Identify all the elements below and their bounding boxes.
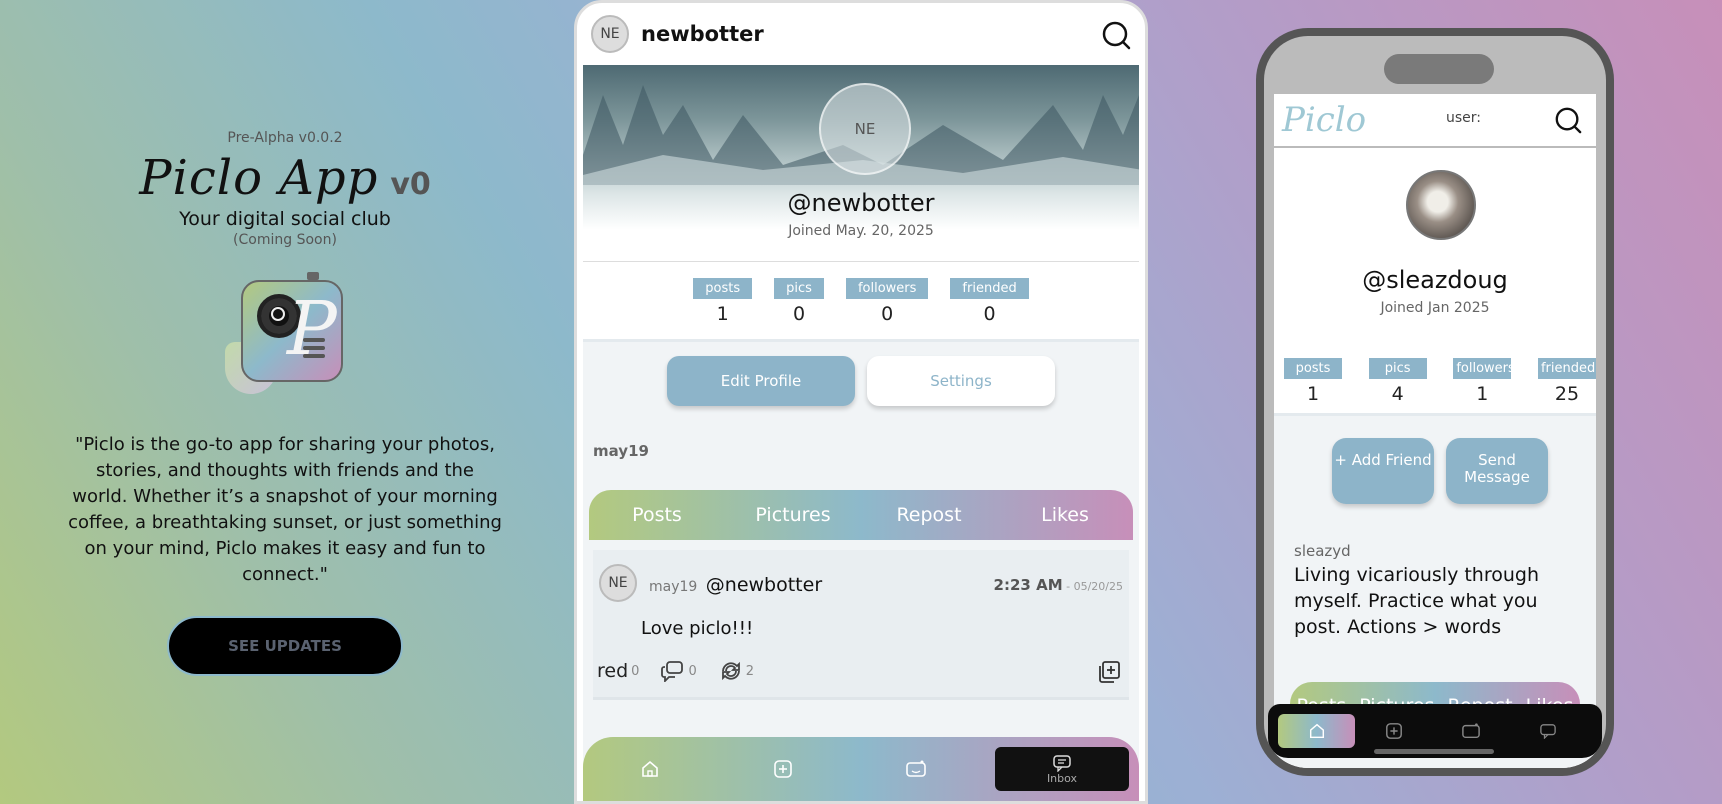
app-logo: P — [225, 272, 345, 402]
inbox-label: Inbox — [1046, 771, 1078, 785]
piclo-logo[interactable]: Piclo — [1282, 100, 1366, 140]
profile-handle: @newbotter — [787, 189, 935, 217]
coming-soon-label: (Coming Soon) — [233, 232, 337, 248]
phone-notch — [1384, 54, 1494, 84]
see-updates-button[interactable]: SEE UPDATES — [167, 616, 403, 676]
nav-add-post[interactable] — [716, 737, 849, 801]
nav-inbox[interactable]: Inbox — [995, 747, 1129, 791]
profile-stats: posts 1 pics 4 followers 1 friended 25 — [1284, 358, 1596, 405]
stat-pics[interactable]: pics 4 — [1368, 358, 1427, 405]
post-timestamp: 2:23 AM - 05/20/25 — [993, 576, 1123, 594]
profile-tabs: Posts Pictures Repost Likes — [589, 490, 1133, 540]
bio-display-name: sleazyd — [1294, 542, 1351, 560]
nav-inbox[interactable] — [1509, 704, 1586, 758]
repost-icon[interactable] — [719, 660, 743, 682]
post-date: 05/20/25 — [1073, 580, 1123, 593]
tagline: Your digital social club — [179, 208, 391, 230]
user-label: user: — [1446, 110, 1482, 126]
tab-likes[interactable]: Likes — [997, 504, 1133, 526]
stat-posts[interactable]: posts 1 — [1284, 358, 1342, 405]
add-post-icon — [773, 759, 793, 779]
bottom-nav: Inbox — [583, 737, 1139, 801]
add-friend-button[interactable]: + Add Friend — [1332, 438, 1434, 504]
home-indicator — [1374, 749, 1494, 754]
app-title-version: v0 — [390, 167, 431, 202]
stat-friended[interactable]: friended 0 — [950, 278, 1029, 325]
right-phone-screen: Piclo user: @sleazdoug Joined Jan 2025 p… — [1264, 36, 1606, 768]
settings-button[interactable]: Settings — [867, 356, 1055, 406]
home-icon — [1308, 722, 1326, 740]
search-icon[interactable] — [1554, 106, 1582, 134]
profile-avatar-cat[interactable] — [1406, 170, 1476, 240]
version-label: Pre-Alpha v0.0.2 — [227, 130, 343, 146]
rp-profile: @sleazdoug Joined Jan 2025 posts 1 pics … — [1274, 148, 1596, 768]
camera-icon — [1461, 722, 1481, 740]
app-title: Piclo App — [139, 150, 379, 206]
header-avatar[interactable]: NE — [591, 15, 629, 53]
tab-pictures[interactable]: Pictures — [725, 504, 861, 526]
camera-icon — [905, 759, 927, 779]
post-text: Love piclo!!! — [641, 618, 754, 639]
rp-header: Piclo user: — [1274, 94, 1596, 146]
like-count: 0 — [631, 663, 640, 679]
title-row: Piclo App v0 — [60, 150, 510, 206]
comment-icon[interactable] — [661, 660, 685, 682]
share-icon[interactable] — [1097, 660, 1121, 684]
tab-posts[interactable]: Posts — [589, 504, 725, 526]
center-phone-profile: NE newbotter NE @newbotter Joined May. 2… — [574, 0, 1148, 804]
profile-stats: posts 1 pics 0 followers 0 friended 0 — [577, 262, 1145, 339]
inbox-icon — [1539, 723, 1557, 739]
nav-camera[interactable] — [849, 737, 982, 801]
repost-count: 2 — [745, 663, 754, 679]
right-phone-frame: Piclo user: @sleazdoug Joined Jan 2025 p… — [1256, 28, 1614, 776]
home-icon — [640, 759, 660, 779]
post-avatar[interactable]: NE — [599, 564, 637, 602]
comment-count: 0 — [688, 663, 697, 679]
post-display-name: may19 — [649, 579, 698, 595]
profile-handle: @sleazdoug — [1362, 266, 1508, 294]
hero-section: Pre-Alpha v0.0.2 Piclo App v0 Your digit… — [60, 130, 510, 676]
edit-profile-button[interactable]: Edit Profile — [667, 356, 855, 406]
profile-avatar[interactable]: NE — [819, 83, 911, 175]
search-icon[interactable] — [1101, 20, 1131, 50]
like-button[interactable]: red — [597, 660, 628, 682]
top-header: NE newbotter — [577, 3, 1145, 65]
add-post-icon — [1385, 722, 1403, 740]
stat-friended[interactable]: friended 25 — [1537, 358, 1596, 405]
stat-posts[interactable]: posts 1 — [693, 278, 753, 325]
profile-body: Edit Profile Settings may19 Posts Pictur… — [583, 339, 1139, 799]
header-username: newbotter — [641, 22, 764, 46]
nav-home[interactable] — [583, 737, 716, 801]
tab-repost[interactable]: Repost — [861, 504, 997, 526]
post-card: NE may19 @newbotter 2:23 AM - 05/20/25 L… — [593, 550, 1129, 700]
profile-joined-date: Joined Jan 2025 — [1380, 300, 1490, 316]
inbox-icon — [1052, 754, 1072, 772]
profile-joined-date: Joined May. 20, 2025 — [788, 223, 934, 239]
bio-text: Living vicariously through myself. Pract… — [1294, 564, 1540, 638]
app-description-quote: "Piclo is the go-to app for sharing your… — [68, 434, 502, 585]
nav-home[interactable] — [1278, 714, 1355, 748]
send-message-button[interactable]: Send Message — [1446, 438, 1548, 504]
stat-pics[interactable]: pics 0 — [774, 278, 824, 325]
post-username[interactable]: @newbotter — [706, 574, 822, 596]
profile-banner: NE @newbotter Joined May. 20, 2025 — [583, 65, 1139, 261]
stat-followers[interactable]: followers 0 — [845, 278, 929, 325]
menu-bars-icon — [303, 338, 325, 362]
bio-display-name: may19 — [593, 442, 649, 460]
post-actions: red 0 0 2 — [597, 660, 776, 682]
stat-followers[interactable]: followers 1 — [1453, 358, 1515, 405]
